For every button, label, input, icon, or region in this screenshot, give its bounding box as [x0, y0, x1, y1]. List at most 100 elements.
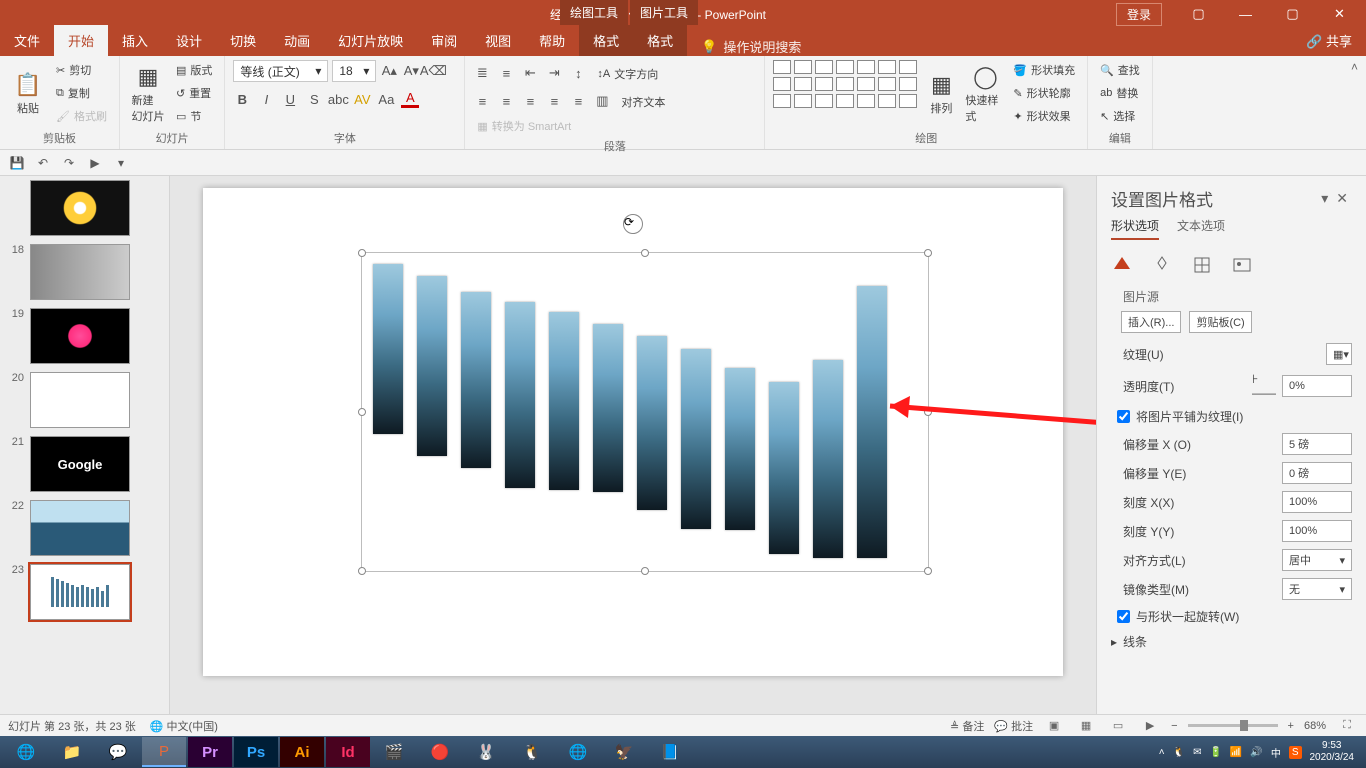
fill-line-category-icon[interactable] [1111, 254, 1133, 276]
taskbar-app-9[interactable]: 🎬 [372, 737, 416, 767]
tab-animations[interactable]: 动画 [270, 25, 324, 56]
thumb-21[interactable]: Google [30, 436, 130, 492]
tab-file[interactable]: 文件 [0, 25, 54, 56]
notes-button[interactable]: ≜ 备注 [950, 718, 984, 734]
underline-button[interactable]: U [281, 90, 299, 108]
normal-view-button[interactable]: ▣ [1043, 717, 1065, 735]
minimize-button[interactable]: ― [1223, 0, 1268, 28]
undo-button[interactable]: ↶ [34, 154, 52, 172]
alignment-select[interactable]: 居中▾ [1282, 549, 1352, 571]
taskbar-app-10[interactable]: 🔴 [418, 737, 462, 767]
taskbar-app-11[interactable]: 🐰 [464, 737, 508, 767]
reset-button[interactable]: ↺重置 [172, 83, 216, 103]
line-spacing-button[interactable]: ↕ [569, 64, 587, 82]
taskbar-app-14[interactable]: 🦅 [602, 737, 646, 767]
slideshow-view-button[interactable]: ▶ [1139, 717, 1161, 735]
tray-ime-icon[interactable]: 中 [1271, 745, 1281, 760]
text-options-tab[interactable]: 文本选项 [1177, 217, 1225, 240]
layout-button[interactable]: ▤版式 [172, 60, 216, 80]
scale-x-input[interactable]: 100% [1282, 491, 1352, 513]
resize-handle[interactable] [358, 408, 366, 416]
login-button[interactable]: 登录 [1116, 3, 1162, 26]
start-from-beginning-button[interactable]: ▶ [86, 154, 104, 172]
tray-clock[interactable]: 9:53 2020/3/24 [1310, 740, 1355, 764]
thumb-18[interactable] [30, 244, 130, 300]
thumb-22[interactable] [30, 500, 130, 556]
align-right-button[interactable]: ≡ [521, 92, 539, 110]
font-family-combo[interactable]: 等线 (正文) ▾ [233, 60, 328, 82]
font-size-combo[interactable]: 18 ▾ [332, 60, 376, 82]
resize-handle[interactable] [924, 408, 932, 416]
system-tray[interactable]: ˄ 🐧 ✉ 🔋 📶 🔊 中 S 9:53 2020/3/24 [1159, 740, 1362, 764]
numbering-button[interactable]: ≡ [497, 64, 515, 82]
resize-handle[interactable] [641, 567, 649, 575]
tray-qq-icon[interactable]: 🐧 [1173, 747, 1185, 758]
tray-wifi-icon[interactable]: 📶 [1230, 747, 1242, 758]
smartart-button[interactable]: ▦转换为 SmartArt [473, 116, 575, 136]
section-button[interactable]: ▭节 [172, 106, 216, 126]
pane-options-button[interactable]: ▾ [1317, 190, 1332, 207]
taskbar-powerpoint[interactable]: P [142, 737, 186, 767]
format-painter-button[interactable]: 🖌格式刷 [52, 106, 111, 126]
font-color-button[interactable]: A [401, 90, 419, 108]
thumb-19[interactable] [30, 308, 130, 364]
align-left-button[interactable]: ≡ [473, 92, 491, 110]
tile-checkbox[interactable] [1117, 410, 1130, 423]
tray-volume-icon[interactable]: 🔊 [1250, 747, 1262, 758]
resize-handle[interactable] [924, 567, 932, 575]
tab-design[interactable]: 设计 [162, 25, 216, 56]
tab-review[interactable]: 审阅 [417, 25, 471, 56]
tab-slideshow[interactable]: 幻灯片放映 [324, 25, 417, 56]
decrease-font-icon[interactable]: A▾ [402, 62, 420, 80]
taskbar-illustrator[interactable]: Ai [280, 737, 324, 767]
increase-font-icon[interactable]: A▴ [380, 62, 398, 80]
taskbar-indesign[interactable]: Id [326, 737, 370, 767]
shape-effects-button[interactable]: ✦形状效果 [1009, 106, 1079, 126]
tab-view[interactable]: 视图 [471, 25, 525, 56]
increase-indent-button[interactable]: ⇥ [545, 64, 563, 82]
tab-home[interactable]: 开始 [54, 25, 108, 56]
taskbar-qq[interactable]: 🐧 [510, 737, 554, 767]
tray-expand-icon[interactable]: ˄ [1159, 747, 1165, 758]
replace-button[interactable]: ab替换 [1096, 83, 1144, 103]
taskbar-explorer[interactable]: 📁 [50, 737, 94, 767]
sorter-view-button[interactable]: ▦ [1075, 717, 1097, 735]
zoom-in-button[interactable]: + [1288, 720, 1294, 732]
taskbar-photoshop[interactable]: Ps [234, 737, 278, 767]
strike-button[interactable]: S [305, 90, 323, 108]
cut-button[interactable]: ✂剪切 [52, 60, 111, 80]
find-button[interactable]: 🔍查找 [1096, 60, 1144, 80]
paste-button[interactable]: 📋粘贴 [8, 60, 48, 128]
comments-button[interactable]: 💬 批注 [994, 718, 1033, 734]
zoom-slider[interactable] [1188, 724, 1278, 727]
thumb-23[interactable] [30, 564, 130, 620]
tray-sogou-icon[interactable]: S [1289, 746, 1302, 759]
resize-handle[interactable] [641, 249, 649, 257]
clear-format-icon[interactable]: A⌫ [424, 62, 442, 80]
copy-button[interactable]: ⧉复制 [52, 83, 111, 103]
resize-handle[interactable] [924, 249, 932, 257]
status-language[interactable]: 🌐 中文(中国) [150, 718, 218, 734]
taskbar-chrome[interactable]: 🌐 [556, 737, 600, 767]
align-text-button[interactable]: 对齐文本 [617, 92, 669, 112]
resize-handle[interactable] [358, 249, 366, 257]
text-direction-button[interactable]: ↕A文字方向 [593, 64, 662, 84]
italic-button[interactable]: I [257, 90, 275, 108]
new-slide-button[interactable]: ▦新建 幻灯片 [128, 60, 168, 128]
select-button[interactable]: ↖选择 [1096, 106, 1144, 126]
transparency-input[interactable]: 0% [1282, 375, 1352, 397]
zoom-out-button[interactable]: − [1171, 720, 1177, 732]
offset-x-input[interactable]: 5 磅 [1282, 433, 1352, 455]
drawing-tools-tab[interactable]: 绘图工具 [560, 0, 628, 25]
bullets-button[interactable]: ≣ [473, 64, 491, 82]
tray-battery-icon[interactable]: 🔋 [1209, 747, 1221, 758]
resize-handle[interactable] [358, 567, 366, 575]
quick-styles-button[interactable]: ◯快速样式 [965, 60, 1005, 128]
zoom-level[interactable]: 68% [1304, 720, 1326, 732]
char-spacing-button[interactable]: Aa [377, 90, 395, 108]
save-button[interactable]: 💾 [8, 154, 26, 172]
thumb-17[interactable] [30, 180, 130, 236]
highlight-button[interactable]: AV [353, 90, 371, 108]
mirror-select[interactable]: 无▾ [1282, 578, 1352, 600]
picture-tools-tab[interactable]: 图片工具 [630, 0, 698, 25]
